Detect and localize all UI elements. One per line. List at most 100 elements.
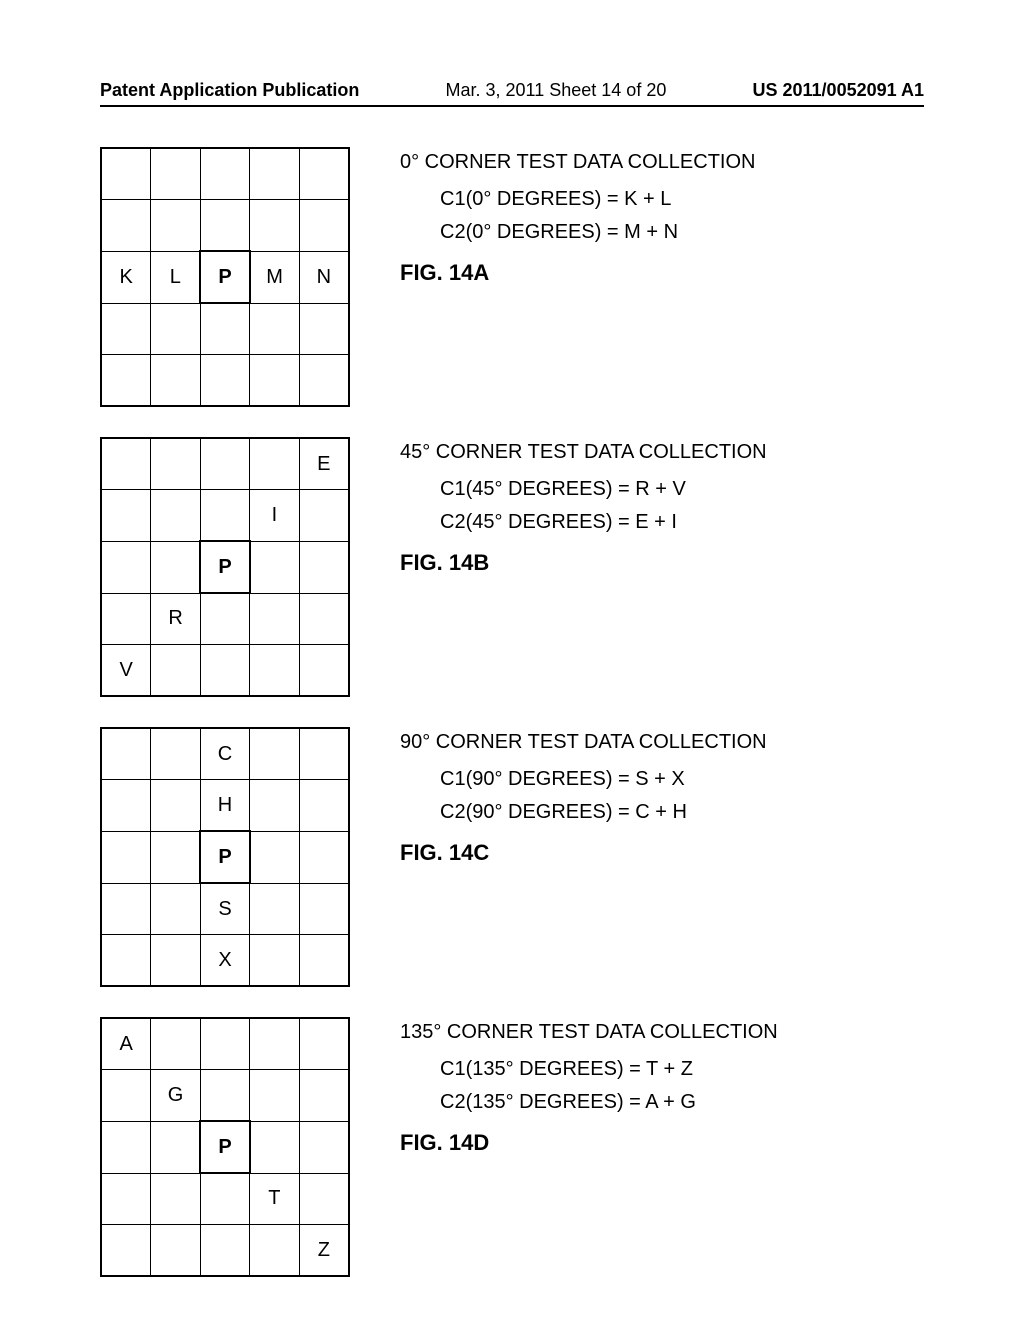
cell — [250, 148, 299, 200]
equation-c2: C2(0° DEGREES) = M + N — [440, 221, 924, 244]
cell — [299, 541, 349, 593]
grid-table-1: E I P R V — [100, 437, 350, 697]
equation-c1: C1(45° DEGREES) = R + V — [440, 478, 924, 501]
cell — [250, 935, 299, 987]
cell — [250, 200, 299, 252]
section-title: 135° CORNER TEST DATA COLLECTION — [400, 1021, 924, 1044]
cell — [299, 1018, 349, 1070]
figure-label: FIG. 14C — [400, 840, 924, 866]
cell — [101, 728, 151, 780]
header-left: Patent Application Publication — [100, 80, 359, 101]
section-0: KLPMN 0° CORNER TEST DATA COLLECTION C1(… — [100, 147, 924, 407]
cell — [250, 728, 299, 780]
cell — [250, 438, 299, 490]
text-block-3: 135° CORNER TEST DATA COLLECTION C1(135°… — [400, 1017, 924, 1156]
cell — [299, 883, 349, 935]
text-block-1: 45° CORNER TEST DATA COLLECTION C1(45° D… — [400, 437, 924, 576]
equation-c1: C1(135° DEGREES) = T + Z — [440, 1058, 924, 1081]
cell: G — [151, 1070, 200, 1122]
figure-label: FIG. 14D — [400, 1130, 924, 1156]
cell — [101, 935, 151, 987]
page: Patent Application Publication Mar. 3, 2… — [0, 0, 1024, 1320]
cell — [151, 883, 200, 935]
cell — [299, 490, 349, 542]
cell — [151, 1225, 200, 1277]
cell — [101, 490, 151, 542]
page-header: Patent Application Publication Mar. 3, 2… — [100, 80, 924, 107]
cell: L — [151, 251, 200, 303]
cell — [151, 438, 200, 490]
cell — [101, 1070, 151, 1122]
cell — [250, 1225, 299, 1277]
cell: K — [101, 251, 151, 303]
cell — [200, 148, 249, 200]
cell — [200, 1173, 249, 1225]
cell — [250, 883, 299, 935]
cell — [151, 1173, 200, 1225]
center-cell: P — [200, 251, 249, 303]
cell — [101, 1173, 151, 1225]
cell: C — [200, 728, 249, 780]
cell — [151, 541, 200, 593]
section-title: 45° CORNER TEST DATA COLLECTION — [400, 441, 924, 464]
cell — [151, 200, 200, 252]
cell — [101, 200, 151, 252]
cell — [101, 438, 151, 490]
cell — [250, 541, 299, 593]
equation-c2: C2(135° DEGREES) = A + G — [440, 1091, 924, 1114]
equation-c1: C1(0° DEGREES) = K + L — [440, 188, 924, 211]
cell — [299, 593, 349, 645]
cell — [250, 780, 299, 832]
cell: A — [101, 1018, 151, 1070]
cell — [299, 645, 349, 697]
cell: M — [250, 251, 299, 303]
cell — [200, 200, 249, 252]
cell — [200, 355, 249, 407]
section-title: 0° CORNER TEST DATA COLLECTION — [400, 151, 924, 174]
grid-2: C H P S X — [100, 727, 360, 987]
cell — [299, 200, 349, 252]
cell — [200, 1070, 249, 1122]
cell — [299, 1121, 349, 1173]
cell — [200, 593, 249, 645]
cell — [200, 303, 249, 355]
cell — [250, 831, 299, 883]
cell — [151, 490, 200, 542]
cell — [299, 1173, 349, 1225]
cell: X — [200, 935, 249, 987]
cell — [250, 593, 299, 645]
cell — [151, 148, 200, 200]
cell — [101, 355, 151, 407]
cell — [151, 645, 200, 697]
cell — [250, 1070, 299, 1122]
cell — [151, 831, 200, 883]
cell — [250, 303, 299, 355]
center-cell: P — [200, 831, 249, 883]
cell — [101, 593, 151, 645]
grid-table-2: C H P S X — [100, 727, 350, 987]
cell — [299, 780, 349, 832]
cell — [101, 148, 151, 200]
cell — [101, 883, 151, 935]
cell — [151, 303, 200, 355]
cell — [250, 645, 299, 697]
cell — [101, 1225, 151, 1277]
cell — [151, 728, 200, 780]
cell — [299, 1070, 349, 1122]
cell — [299, 148, 349, 200]
cell — [200, 645, 249, 697]
cell — [101, 831, 151, 883]
cell — [101, 541, 151, 593]
cell — [299, 303, 349, 355]
equation-c1: C1(90° DEGREES) = S + X — [440, 768, 924, 791]
cell: E — [299, 438, 349, 490]
cell — [151, 935, 200, 987]
cell — [200, 1225, 249, 1277]
center-cell: P — [200, 541, 249, 593]
cell — [151, 1121, 200, 1173]
grid-0: KLPMN — [100, 147, 360, 407]
cell: V — [101, 645, 151, 697]
section-3: A G P T Z 135° CORNER TEST DATA COLLECTI… — [100, 1017, 924, 1277]
cell — [200, 1018, 249, 1070]
cell — [250, 1018, 299, 1070]
